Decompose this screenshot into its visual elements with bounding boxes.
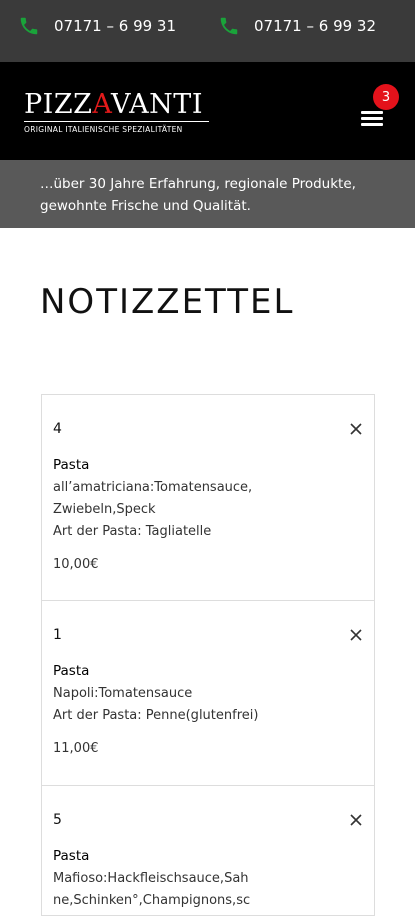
notes-list: 4 Pasta all’amatriciana:Tomatensauce, Zw… (41, 394, 375, 916)
logo-divider (24, 121, 209, 122)
item-description: Napoli:Tomatensauce Art der Pasta: Penne… (53, 686, 259, 723)
item-quantity: 5 (53, 812, 62, 828)
phone-icon (220, 17, 238, 35)
list-item: 5 Pasta Mafioso:Hackfleischsauce,Sah ne,… (41, 786, 375, 916)
item-category: Pasta (53, 663, 90, 679)
tagline-line-1: …über 30 Jahre Erfahrung, regionale Prod… (40, 176, 356, 192)
item-price: 11,00€ (53, 741, 99, 756)
close-icon (350, 814, 362, 826)
top-bar: 07171 – 6 99 31 07171 – 6 99 32 (0, 0, 415, 62)
remove-item-button[interactable] (350, 423, 362, 435)
remove-item-button[interactable] (350, 814, 362, 826)
site-header: PIZZAVANTI ORIGINAL ITALIENISCHE SPEZIAL… (0, 62, 415, 160)
list-item: 4 Pasta all’amatriciana:Tomatensauce, Zw… (41, 394, 375, 601)
hamburger-icon (361, 111, 383, 114)
item-category: Pasta (53, 457, 90, 473)
phone-number-2: 07171 – 6 99 32 (254, 17, 377, 35)
list-item: 1 Pasta Napoli:Tomatensauce Art der Past… (41, 601, 375, 786)
item-quantity: 4 (53, 421, 62, 437)
tagline-banner: …über 30 Jahre Erfahrung, regionale Prod… (0, 160, 415, 228)
menu-button[interactable] (358, 106, 386, 132)
phone-icon (20, 17, 38, 35)
page-title: NOTIZZETTEL (40, 282, 295, 322)
item-price: 10,00€ (53, 557, 99, 572)
item-quantity: 1 (53, 627, 62, 643)
phone-link-1[interactable]: 07171 – 6 99 31 (18, 15, 176, 37)
remove-item-button[interactable] (350, 629, 362, 641)
item-description: all’amatriciana:Tomatensauce, Zwiebeln,S… (53, 480, 253, 539)
tagline-line-2: gewohnte Frische und Qualität. (40, 198, 251, 214)
close-icon (350, 423, 362, 435)
cart-count-badge[interactable]: 3 (373, 84, 399, 110)
close-icon (350, 629, 362, 641)
phone-number-1: 07171 – 6 99 31 (54, 17, 177, 35)
logo-subtitle: ORIGINAL ITALIENISCHE SPEZIALITÄTEN (24, 125, 183, 134)
logo[interactable]: PIZZAVANTI ORIGINAL ITALIENISCHE SPEZIAL… (24, 90, 209, 134)
phone-link-2[interactable]: 07171 – 6 99 32 (218, 15, 376, 37)
item-description: Mafioso:Hackfleischsauce,Sah ne,Schinken… (53, 871, 251, 908)
item-category: Pasta (53, 848, 90, 864)
logo-title: PIZZAVANTI (24, 89, 203, 120)
